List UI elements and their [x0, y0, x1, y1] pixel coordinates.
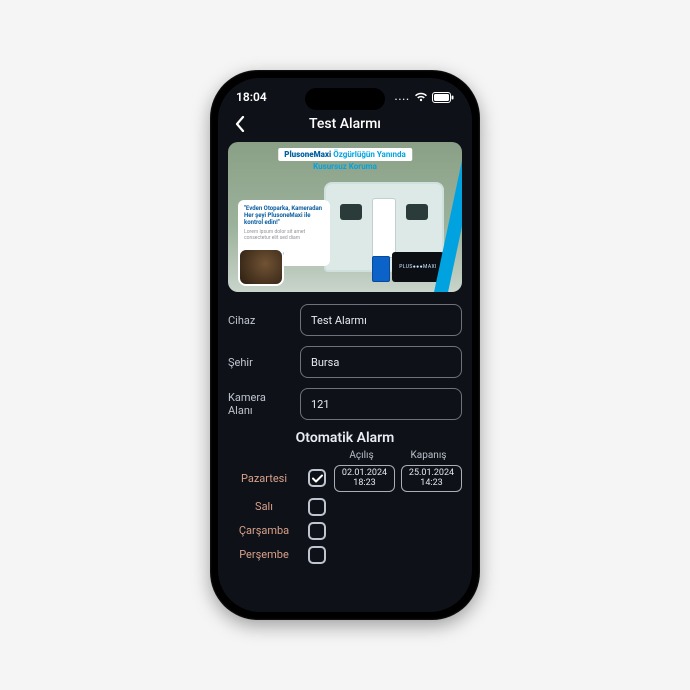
pet-thumbnail	[238, 248, 284, 286]
schedule-header: Açılış Kapanış	[228, 450, 462, 461]
ellipsis-icon: ....	[395, 92, 410, 103]
screen: 18:04 .... Test Alarmı PlusoneMaxi Özgür…	[218, 78, 472, 612]
check-icon	[312, 474, 323, 483]
schedule-list: Pazartesi 02.01.2024 18:23 25.01.2024	[228, 465, 462, 564]
input-cihaz[interactable]	[300, 304, 462, 336]
day-label: Salı	[228, 500, 300, 513]
section-title: Otomatik Alarm	[228, 430, 462, 446]
phone-frame: 18:04 .... Test Alarmı PlusoneMaxi Özgür…	[210, 70, 480, 620]
checkbox-carsamba[interactable]	[308, 522, 326, 540]
dynamic-island	[305, 88, 385, 110]
input-sehir[interactable]	[300, 346, 462, 378]
checkbox-sali[interactable]	[308, 498, 326, 516]
day-label: Çarşamba	[228, 524, 300, 537]
input-kamera[interactable]	[300, 388, 462, 420]
promo-subtitle: Kusursuz Koruma	[313, 162, 377, 171]
section-otomatik-alarm: Otomatik Alarm Açılış Kapanış Pazartesi	[228, 430, 462, 564]
battery-icon	[432, 92, 454, 103]
tablet-illustration	[372, 256, 390, 282]
row-pazartesi: Pazartesi 02.01.2024 18:23 25.01.2024	[228, 465, 462, 492]
row-persembe: Perşembe	[228, 546, 462, 564]
wifi-icon	[414, 92, 428, 102]
col-open: Açılış	[328, 450, 395, 461]
label-kamera: Kamera Alanı	[228, 391, 290, 417]
status-time: 18:04	[236, 90, 267, 104]
day-label: Perşembe	[228, 548, 300, 561]
status-right: ....	[395, 92, 454, 103]
label-sehir: Şehir	[228, 356, 290, 369]
content: PlusoneMaxi Özgürlüğün Yanında Kusursuz …	[218, 142, 472, 574]
row-carsamba: Çarşamba	[228, 522, 462, 540]
col-close: Kapanış	[395, 450, 462, 461]
pazartesi-open[interactable]: 02.01.2024 18:23	[334, 465, 395, 492]
checkbox-persembe[interactable]	[308, 546, 326, 564]
page-title: Test Alarmı	[218, 116, 472, 132]
bubble-body: Lorem ipsum dolor sit amet consectetur e…	[244, 229, 324, 249]
device-illustration: PLUS●●●MAXI	[392, 252, 444, 282]
row-sehir: Şehir	[228, 346, 462, 378]
promo-title: PlusoneMaxi Özgürlüğün Yanında	[278, 148, 412, 161]
row-cihaz: Cihaz	[228, 304, 462, 336]
day-label: Pazartesi	[228, 472, 300, 485]
promo-banner[interactable]: PlusoneMaxi Özgürlüğün Yanında Kusursuz …	[228, 142, 462, 292]
settings-form: Cihaz Şehir Kamera Alanı	[228, 304, 462, 420]
row-kamera: Kamera Alanı	[228, 388, 462, 420]
checkbox-pazartesi[interactable]	[308, 469, 326, 487]
row-sali: Salı	[228, 498, 462, 516]
label-cihaz: Cihaz	[228, 314, 290, 327]
bubble-heading: "Evden Otoparka, Kameradan Her şeyi Plus…	[244, 205, 324, 227]
pazartesi-close[interactable]: 25.01.2024 14:23	[401, 465, 462, 492]
